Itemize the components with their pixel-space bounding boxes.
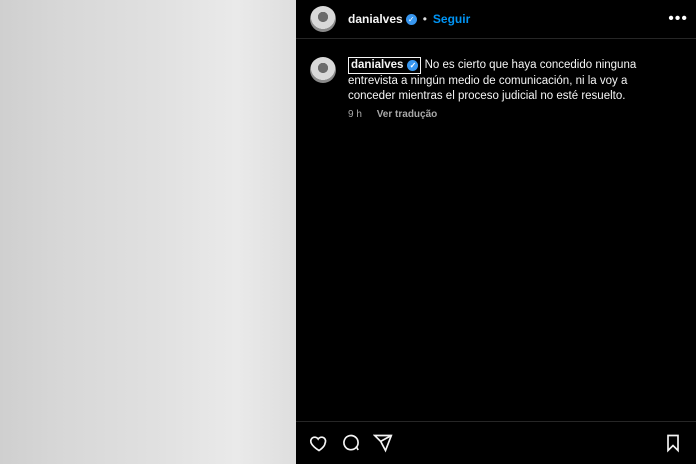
- comment-avatar[interactable]: [310, 57, 336, 83]
- avatar[interactable]: [310, 6, 336, 32]
- comment-time: 9 h: [348, 109, 362, 120]
- post-image[interactable]: [0, 0, 296, 464]
- separator-dot: •: [422, 12, 427, 26]
- comment-icon[interactable]: [340, 432, 362, 454]
- comment-body: danialves ✓ No es cierto que haya conced…: [348, 57, 648, 120]
- comment-text-block: danialves ✓ No es cierto que haya conced…: [348, 57, 648, 104]
- caption-comment: danialves ✓ No es cierto que haya conced…: [296, 39, 696, 120]
- more-options-icon[interactable]: •••: [668, 10, 688, 28]
- bookmark-icon[interactable]: [662, 432, 684, 454]
- comment-meta: 9 h Ver tradução: [348, 109, 648, 120]
- post-username[interactable]: danialves: [348, 12, 403, 26]
- instagram-post-view: danialves ✓ • Seguir ••• danialves ✓ No …: [0, 0, 696, 464]
- comment-username[interactable]: danialves: [351, 58, 403, 73]
- verified-badge-icon: ✓: [407, 60, 419, 71]
- see-translation-link[interactable]: Ver tradução: [377, 109, 438, 120]
- comment-username-box[interactable]: danialves ✓: [348, 57, 422, 74]
- follow-button[interactable]: Seguir: [433, 12, 470, 26]
- action-bar: [296, 421, 696, 464]
- post-side-panel: danialves ✓ • Seguir ••• danialves ✓ No …: [296, 0, 696, 464]
- verified-badge-icon: ✓: [405, 13, 417, 25]
- heart-icon[interactable]: [308, 432, 330, 454]
- post-header: danialves ✓ • Seguir •••: [296, 0, 696, 39]
- send-icon[interactable]: [372, 432, 394, 454]
